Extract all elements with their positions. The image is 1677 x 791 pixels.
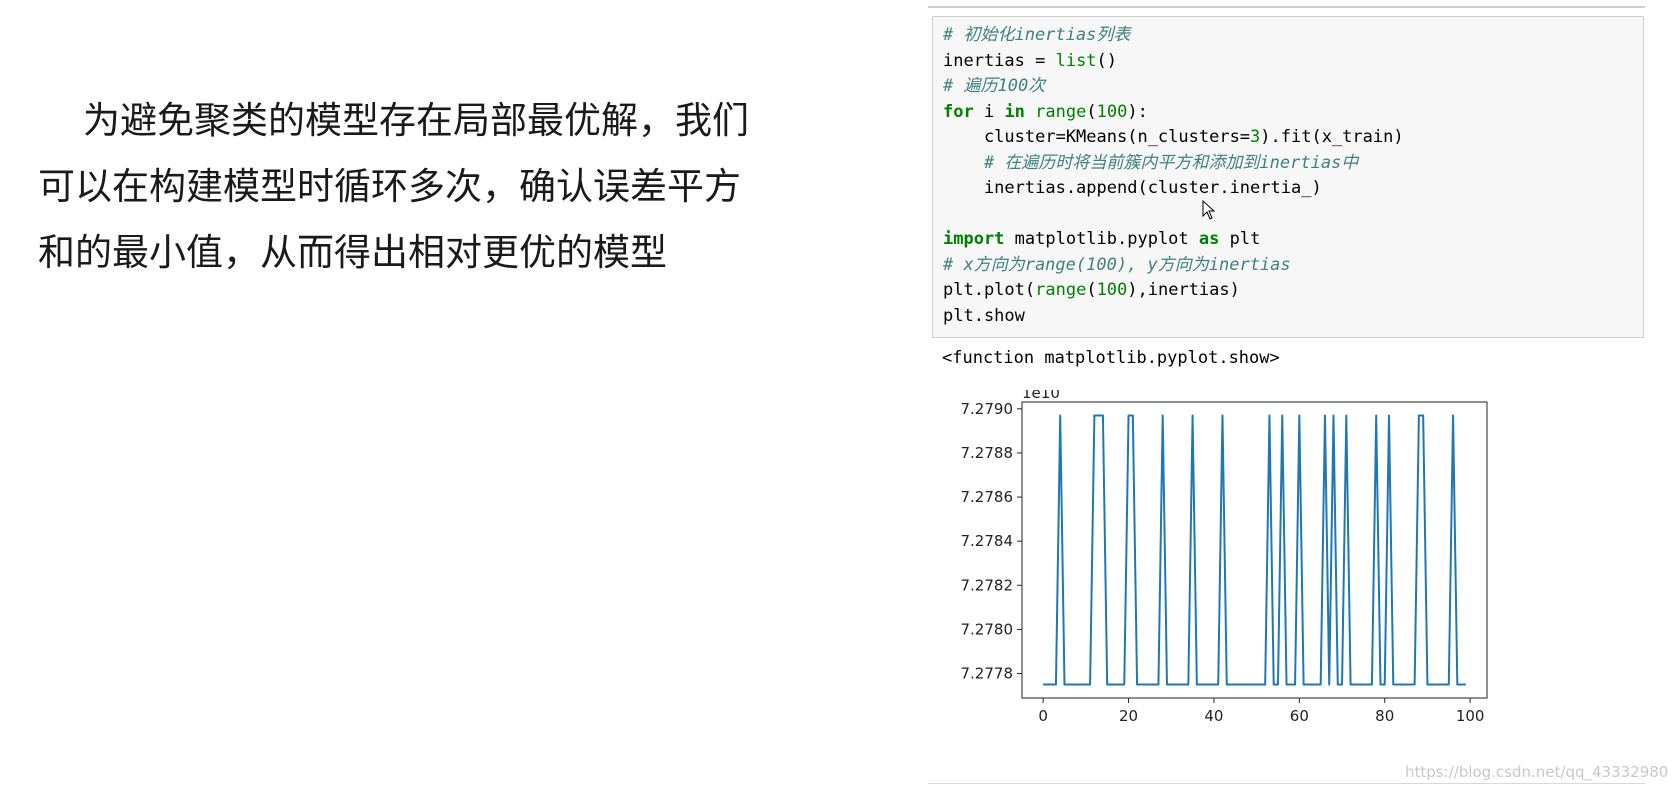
code-line: inertias = list() (943, 49, 1633, 75)
code-token: range (1035, 101, 1087, 122)
code-token: # x方向为range(100), y方向为inertias (943, 254, 1291, 275)
axis-offset-label: 1e10 (1022, 390, 1060, 402)
y-tick-label: 7.2790 (961, 400, 1014, 418)
y-tick-label: 7.2786 (961, 488, 1014, 506)
code-token: list (1055, 50, 1097, 71)
cell-output: <function matplotlib.pyplot.show> (942, 348, 1280, 368)
code-token: ( (1086, 101, 1097, 122)
code-line: # 遍历100次 (943, 74, 1633, 100)
code-token: import (943, 229, 1005, 249)
code-line: # x方向为range(100), y方向为inertias (943, 253, 1633, 279)
code-token: () (1096, 50, 1118, 71)
code-line: import matplotlib.pyplot as plt (943, 227, 1633, 253)
code-line: cluster=KMeans(n_clusters=3).fit(x_train… (943, 125, 1633, 151)
code-line: inertias.append(cluster.inertia_) (943, 176, 1633, 202)
code-line: # 初始化inertias列表 (943, 23, 1633, 49)
code-token: as (1198, 229, 1220, 249)
code-token: # 在遍历时将当前簇内平方和添加到inertias中 (983, 152, 1359, 173)
slide-text-line: 为避免聚类的模型存在局部最优解，我们 (83, 99, 749, 142)
code-token: # 遍历100次 (943, 76, 1046, 96)
code-cell[interactable]: # 初始化inertias列表 inertias = list() # 遍历100次… (932, 16, 1644, 338)
inertia-line-chart: 7.2778 7.2780 7.2782 7.2784 7.2786 7.2788 7.27… (961, 390, 1488, 725)
slide-text-line: 可以在构建模型时循环多次，确认误差平方 (38, 165, 741, 208)
code-token: in (1004, 101, 1025, 122)
code-token: range (1035, 280, 1087, 300)
slide-text: 为避免聚类的模型存在局部最优解，我们 可以在构建模型时循环多次，确认误差平方 和… (38, 88, 838, 286)
x-tick-label: 60 (1290, 707, 1309, 725)
watermark: https://blog.csdn.net/qq_43332980 (1405, 763, 1669, 781)
code-line: for i in range(100): (943, 100, 1633, 126)
cell-divider (928, 6, 1645, 8)
code-token: ): (1127, 101, 1148, 122)
code-token: 3 (1250, 127, 1261, 147)
code-token: 100 (1096, 101, 1128, 122)
code-token: inertias = (943, 50, 1056, 71)
code-line: # 在遍历时将当前簇内平方和添加到inertias中 (943, 151, 1633, 177)
code-line: plt.plot(range(100),inertias) (943, 278, 1633, 304)
x-tick-label: 40 (1204, 707, 1223, 725)
code-token: ( (1086, 280, 1097, 300)
code-token: ).fit(x_train) (1260, 127, 1404, 147)
code-token: ),inertias) (1127, 280, 1240, 300)
code-line: plt.show (943, 304, 1633, 330)
x-tick-label: 20 (1119, 707, 1138, 725)
code-token: for (943, 101, 974, 122)
code-token: 100 (1096, 280, 1128, 300)
code-token: cluster=KMeans(n_clusters= (943, 127, 1251, 147)
x-tick-label: 80 (1375, 707, 1394, 725)
cell-divider (928, 783, 1645, 784)
code-token: # 初始化inertias列表 (943, 25, 1131, 45)
y-tick-label: 7.2788 (961, 444, 1014, 462)
code-token: plt.plot( (943, 280, 1036, 300)
mouse-cursor-icon (1202, 200, 1216, 220)
code-token: plt (1219, 229, 1261, 249)
y-tick-label: 7.2784 (961, 532, 1014, 550)
y-tick-label: 7.2780 (961, 620, 1014, 638)
x-tick-label: 0 (1038, 707, 1048, 725)
slide-text-line: 和的最小值，从而得出相对更优的模型 (38, 231, 667, 274)
x-tick-label: 100 (1456, 707, 1485, 725)
code-token: i (973, 101, 1005, 122)
y-tick-label: 7.2778 (961, 665, 1014, 683)
code-token: plt.show (943, 305, 1025, 326)
code-token: matplotlib.pyplot (1004, 229, 1199, 249)
code-token: inertias.append(cluster.inertia_) (943, 178, 1322, 198)
y-tick-label: 7.2782 (961, 576, 1014, 594)
